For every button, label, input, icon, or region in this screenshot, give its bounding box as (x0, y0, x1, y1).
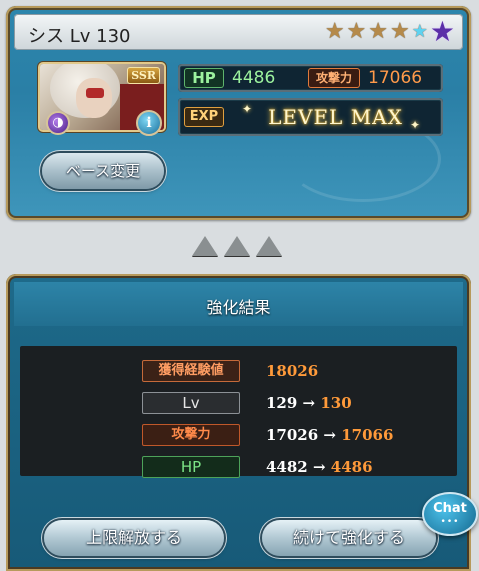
attack-change: 17026 → 17066 (266, 426, 394, 444)
exp-gained-label: 獲得経験値 (142, 360, 240, 382)
dark-element-icon: ◑ (46, 111, 70, 135)
result-row-hp: HP 4482 → 4486 (20, 456, 457, 478)
up-arrow-icon (224, 236, 250, 256)
result-row-exp: 獲得経験値 18026 (20, 360, 457, 382)
hp-value: 4486 (232, 68, 276, 88)
result-row-level: Lv 129 → 130 (20, 392, 457, 414)
attack-label: 攻撃力 (308, 68, 360, 88)
chat-dots-icon: ••• (440, 517, 460, 527)
exp-box: EXP ✦ ✦ LEVEL MAX (178, 98, 443, 136)
star-icon: ★ (368, 19, 389, 44)
enhance-result-panel: 強化結果 獲得経験値 18026 Lv 129 → 130 攻撃力 17026 … (6, 274, 471, 571)
character-header: シス Lv 130 ★ ★ ★ ★ ★ ★ (14, 14, 463, 50)
purple-star-icon: ★ (429, 15, 455, 48)
stat-box: HP 4486 攻撃力 17066 (178, 64, 443, 92)
up-arrow-icon (192, 236, 218, 256)
result-table: 獲得経験値 18026 Lv 129 → 130 攻撃力 17026 → 170… (20, 346, 457, 478)
up-arrow-icon (256, 236, 282, 256)
exp-gained-value: 18026 (266, 362, 319, 380)
character-name: シス Lv 130 (28, 26, 131, 47)
result-title: 強化結果 (206, 298, 271, 317)
star-icon: ★ (346, 19, 367, 44)
level-max-text: LEVEL MAX (268, 105, 403, 129)
continue-enhance-button[interactable]: 続けて強化する (262, 520, 436, 556)
exp-label: EXP (184, 107, 224, 127)
hp-label: HP (142, 456, 240, 478)
info-icon[interactable]: i (136, 110, 162, 136)
star-icon: ★ (390, 19, 410, 44)
chat-label: Chat (433, 501, 467, 516)
result-row-attack: 攻撃力 17026 → 17066 (20, 424, 457, 446)
rarity-stars: ★ ★ ★ ★ ★ ★ (324, 15, 455, 48)
hp-change: 4482 → 4486 (266, 458, 373, 476)
chat-button[interactable]: Chat ••• (422, 492, 478, 536)
base-change-button[interactable]: ベース変更 (42, 153, 164, 189)
attack-label: 攻撃力 (142, 424, 240, 446)
blue-star-icon: ★ (411, 21, 428, 42)
level-label: Lv (142, 392, 240, 414)
result-title-bar: 強化結果 (14, 282, 463, 326)
level-change: 129 → 130 (266, 394, 352, 412)
limit-break-button[interactable]: 上限解放する (44, 520, 224, 556)
star-icon: ★ (324, 19, 345, 44)
hp-label: HP (184, 68, 224, 88)
enhance-arrows (192, 236, 288, 260)
ssr-badge: SSR (127, 67, 160, 84)
attack-value: 17066 (368, 68, 423, 88)
